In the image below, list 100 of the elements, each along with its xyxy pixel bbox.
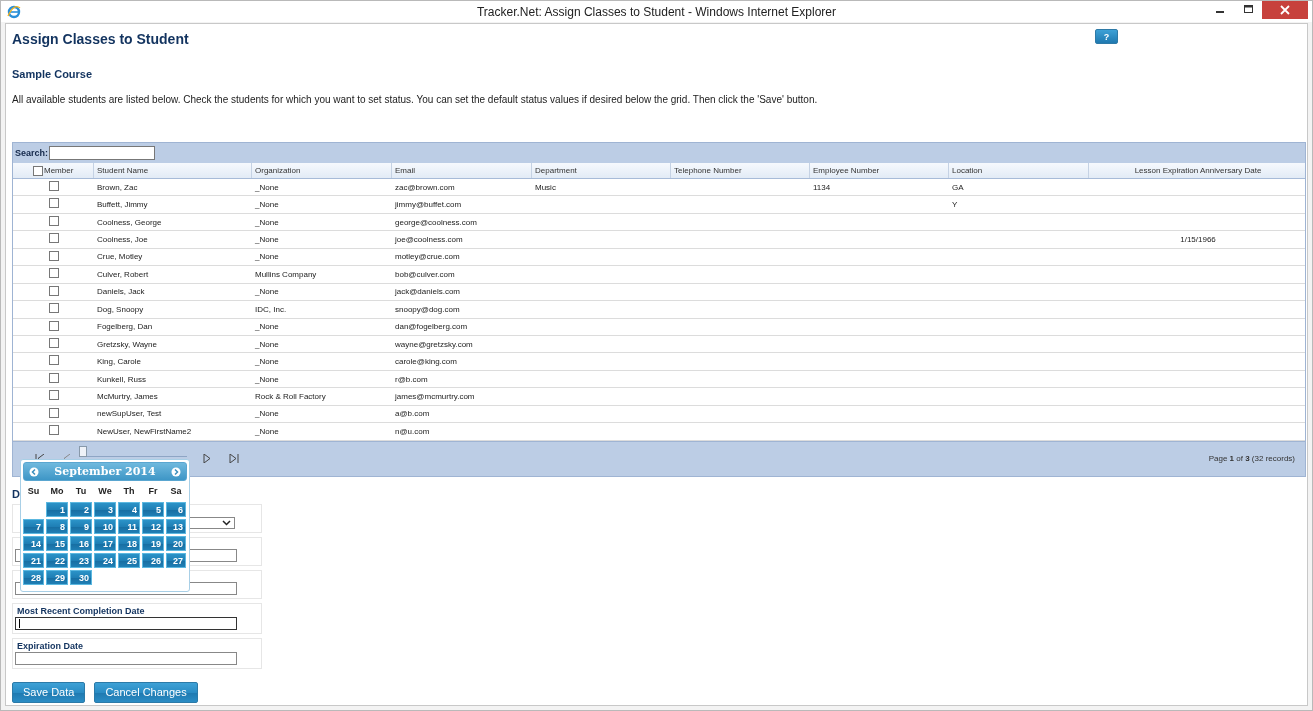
weekday-label: We — [97, 485, 113, 498]
member-checkbox[interactable] — [48, 268, 59, 279]
member-checkbox[interactable] — [48, 233, 59, 244]
table-cell: Daniels, Jack — [97, 287, 145, 297]
date-field[interactable] — [15, 651, 237, 665]
field-label: Most Recent Completion Date — [17, 605, 146, 616]
column-header[interactable]: Lesson Expiration Anniversary Date — [1089, 163, 1304, 178]
next-month-icon[interactable] — [171, 466, 181, 477]
dropdown-field[interactable] — [187, 516, 235, 529]
calendar-day[interactable]: 21 — [23, 553, 44, 568]
calendar-day[interactable]: 25 — [118, 553, 140, 568]
chevron-down-icon — [222, 519, 231, 526]
next-page-icon[interactable] — [203, 454, 211, 464]
calendar-day[interactable]: 2 — [70, 502, 92, 517]
member-checkbox[interactable] — [48, 320, 59, 331]
action-button[interactable]: Save Data — [12, 681, 86, 703]
member-checkbox[interactable] — [48, 355, 59, 366]
calendar-day[interactable]: 1 — [46, 502, 68, 517]
table-cell: Dog, Snoopy — [97, 304, 144, 314]
calendar-day[interactable]: 29 — [46, 570, 68, 585]
member-checkbox[interactable] — [48, 303, 59, 314]
column-header[interactable]: Employee Number — [810, 163, 949, 178]
column-header[interactable]: Telephone Number — [671, 163, 810, 178]
member-checkbox[interactable] — [48, 198, 59, 209]
table-cell: _None — [255, 374, 279, 384]
calendar-day[interactable]: 7 — [23, 519, 44, 534]
calendar-day[interactable]: 8 — [46, 519, 68, 534]
table-cell: zac@brown.com — [395, 182, 455, 192]
table-cell: Fogelberg, Dan — [97, 322, 153, 332]
table-cell: _None — [255, 357, 279, 367]
table-cell: _None — [255, 409, 279, 419]
member-checkbox[interactable] — [48, 407, 59, 418]
calendar-day[interactable]: 6 — [166, 502, 186, 517]
member-checkbox[interactable] — [48, 337, 59, 348]
calendar-day[interactable]: 28 — [23, 570, 44, 585]
page-slider[interactable] — [79, 445, 187, 457]
table-cell: 1134 — [813, 182, 831, 192]
help-button[interactable]: ? — [1095, 29, 1118, 44]
calendar-day[interactable]: 27 — [166, 553, 186, 568]
calendar-day[interactable]: 18 — [118, 536, 140, 551]
column-header[interactable]: Department — [532, 163, 671, 178]
instructions-text: All available students are listed below. Check the students for which you want to set status. You can set the default status values if desired below the grid. Then click the 'Save' button. — [12, 94, 819, 105]
member-checkbox[interactable] — [48, 425, 59, 436]
calendar-day[interactable]: 16 — [70, 536, 92, 551]
calendar-day[interactable]: 3 — [94, 502, 116, 517]
column-header[interactable]: Organization — [252, 163, 392, 178]
table-cell: IDC, Inc. — [255, 304, 287, 314]
table-cell: Culver, Robert — [97, 269, 149, 279]
calendar-day[interactable]: 26 — [142, 553, 164, 568]
calendar-day[interactable]: 15 — [46, 536, 68, 551]
calendar-day[interactable]: 23 — [70, 553, 92, 568]
member-checkbox[interactable] — [48, 250, 59, 261]
calendar-day[interactable]: 30 — [70, 570, 92, 585]
field-label: Expiration Date — [17, 640, 84, 651]
calendar-day[interactable]: 20 — [166, 536, 186, 551]
column-header[interactable]: Member — [44, 166, 74, 175]
weekday-label: Th — [122, 485, 136, 498]
member-checkbox[interactable] — [48, 181, 59, 191]
table-cell: Y — [952, 200, 958, 210]
column-header[interactable]: Email — [392, 163, 532, 178]
action-button[interactable]: Cancel Changes — [94, 681, 198, 703]
calendar-day[interactable]: 17 — [94, 536, 116, 551]
calendar-day[interactable]: 10 — [94, 519, 116, 534]
calendar-day[interactable]: 19 — [142, 536, 164, 551]
close-icon[interactable] — [1262, 1, 1308, 19]
search-field[interactable] — [49, 146, 156, 160]
select-all-checkbox[interactable] — [33, 165, 43, 176]
table-cell: Music — [535, 182, 556, 192]
table-cell: wayne@gretzsky.com — [395, 339, 473, 349]
table-cell: snoopy@dog.com — [395, 304, 460, 314]
calendar-day[interactable]: 4 — [118, 502, 140, 517]
table-cell: _None — [255, 339, 279, 349]
column-header[interactable]: Location — [949, 163, 1089, 178]
member-checkbox[interactable] — [48, 372, 59, 383]
table-cell: _None — [255, 235, 279, 245]
calendar-day[interactable]: 5 — [142, 502, 164, 517]
date-field[interactable] — [15, 616, 237, 630]
table-cell: 1/15/1966 — [1180, 235, 1216, 245]
calendar-day[interactable]: 11 — [118, 519, 140, 534]
table-cell: Rock & Roll Factory — [255, 391, 326, 401]
table-cell: Kunkell, Russ — [97, 374, 146, 384]
column-header[interactable]: Student Name — [94, 163, 252, 178]
member-checkbox[interactable] — [48, 285, 59, 296]
section-heading: D — [12, 487, 20, 500]
table-cell: Gretzsky, Wayne — [97, 339, 157, 349]
weekday-label: Tu — [74, 485, 88, 498]
last-page-icon[interactable] — [229, 454, 239, 464]
search-label: Search: — [15, 148, 49, 158]
table-cell: Mullins Company — [255, 269, 317, 279]
calendar-day[interactable]: 12 — [142, 519, 164, 534]
weekday-label: Su — [26, 485, 41, 498]
calendar-day[interactable]: 13 — [166, 519, 186, 534]
calendar-day[interactable]: 9 — [70, 519, 92, 534]
calendar-day[interactable]: 24 — [94, 553, 116, 568]
member-checkbox[interactable] — [48, 215, 59, 226]
calendar-day[interactable]: 14 — [23, 536, 44, 551]
calendar-day[interactable]: 22 — [46, 553, 68, 568]
slider-thumb[interactable] — [79, 445, 87, 457]
previous-month-icon[interactable] — [29, 466, 39, 477]
member-checkbox[interactable] — [48, 390, 59, 401]
